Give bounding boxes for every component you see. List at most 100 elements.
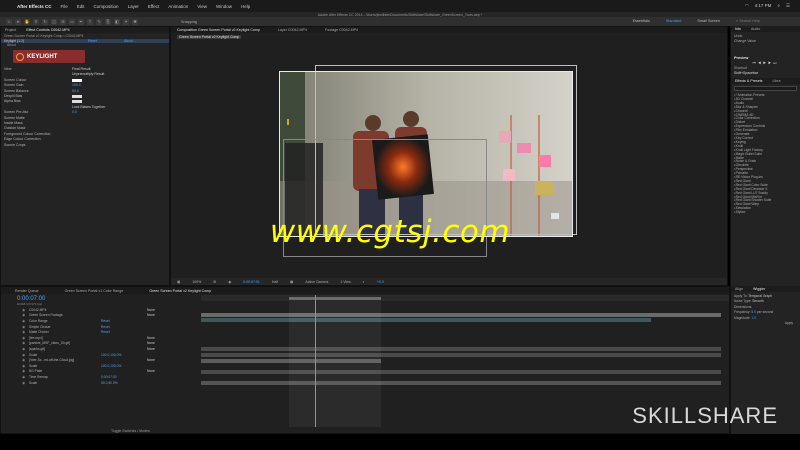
- apply-to-dropdown[interactable]: Temporal Graph: [748, 294, 772, 298]
- workspace-essentials[interactable]: Essentials: [633, 19, 650, 23]
- search-icon[interactable]: ⌕: [777, 3, 780, 9]
- effect-about-link[interactable]: About...: [124, 39, 136, 43]
- menu-help[interactable]: Help: [241, 4, 250, 9]
- zoom-tool-icon[interactable]: ⚲: [33, 18, 39, 25]
- parent-dropdown[interactable]: None: [147, 347, 155, 351]
- rotate-tool-icon[interactable]: ↻: [42, 18, 48, 25]
- effects-search-input[interactable]: ⌕: [734, 86, 797, 92]
- grid-toggle-icon[interactable]: ⊞: [213, 280, 216, 284]
- visibility-eye-icon[interactable]: ◉: [1, 369, 29, 373]
- tab-align[interactable]: Align: [735, 287, 743, 291]
- layer-property-value[interactable]: 100.0,100.0%: [101, 364, 147, 368]
- channels-icon[interactable]: ◐: [363, 280, 365, 284]
- parent-dropdown[interactable]: None: [147, 358, 155, 362]
- effect-reset-link[interactable]: Reset: [88, 39, 124, 43]
- transparency-grid-icon[interactable]: ▦: [290, 280, 293, 284]
- tab-layer[interactable]: Layer C0042.MP4: [278, 28, 307, 32]
- workspace-small-screen[interactable]: Small Screen: [697, 19, 720, 23]
- selection-tool-icon[interactable]: ➤: [15, 18, 21, 25]
- menu-composition[interactable]: Composition: [94, 4, 119, 9]
- brush-tool-icon[interactable]: ✎: [96, 18, 102, 25]
- roto-brush-tool-icon[interactable]: ✦: [123, 18, 129, 25]
- layer-name[interactable]: [particle_MSF_video_00.gif]: [29, 341, 101, 345]
- parent-dropdown[interactable]: None: [147, 336, 155, 340]
- zoom-dropdown[interactable]: 100%: [192, 280, 201, 284]
- view-layout-dropdown[interactable]: 1 View: [340, 280, 350, 284]
- parent-dropdown[interactable]: None: [147, 313, 155, 317]
- menu-effect[interactable]: Effect: [148, 4, 159, 9]
- layer-property-value[interactable]: 0:00:07:00: [101, 375, 147, 379]
- resolution-dropdown[interactable]: Half: [272, 280, 278, 284]
- current-time-display[interactable]: 0:00:07:01: [243, 280, 260, 284]
- wifi-icon[interactable]: ◠: [745, 3, 749, 9]
- layer-property-value[interactable]: Reset: [101, 325, 147, 329]
- track-bar[interactable]: [201, 347, 721, 351]
- tab-libraries[interactable]: Libra: [773, 79, 781, 83]
- camera-dropdown[interactable]: Active Camera: [305, 280, 328, 284]
- time-ruler[interactable]: [201, 295, 729, 301]
- tab-render-queue[interactable]: Render Queue: [15, 289, 39, 293]
- menu-animation[interactable]: Animation: [168, 4, 188, 9]
- pan-behind-tool-icon[interactable]: ⊕: [60, 18, 66, 25]
- toggle-switches-modes[interactable]: Toggle Switches / Modes: [111, 429, 150, 433]
- layer-property-value[interactable]: 100.0,100.0%: [101, 353, 147, 357]
- tab-audio[interactable]: Audio: [751, 27, 760, 31]
- tab-project[interactable]: Project: [5, 28, 16, 32]
- menu-file[interactable]: File: [61, 4, 68, 9]
- clone-stamp-tool-icon[interactable]: ⎘: [105, 18, 111, 25]
- track-bar[interactable]: [201, 353, 721, 357]
- layer-name[interactable]: Green Screen Footage: [29, 313, 101, 317]
- hand-tool-icon[interactable]: ✋: [24, 18, 30, 25]
- layer-name[interactable]: Time Remap: [29, 375, 101, 379]
- visibility-eye-icon[interactable]: ◉: [1, 325, 29, 329]
- snapping-toggle[interactable]: Snapping: [181, 20, 197, 24]
- visibility-eye-icon[interactable]: ◉: [1, 341, 29, 345]
- visibility-eye-icon[interactable]: ◉: [1, 347, 29, 351]
- unpremultiply-checkbox[interactable]: Unpremultiply Result: [72, 72, 104, 77]
- menu-window[interactable]: Window: [216, 4, 232, 9]
- shortcut-dropdown[interactable]: Shift+Spacebar: [734, 71, 797, 76]
- layer-name[interactable]: Scale: [29, 381, 101, 385]
- layer-name[interactable]: [Inter-Sc...ed-off-the-Cloud.jpg]: [29, 358, 101, 362]
- tab-effect-controls[interactable]: Effect Controls C0042.MP4: [26, 28, 69, 32]
- visibility-eye-icon[interactable]: ◉: [1, 353, 29, 357]
- visibility-eye-icon[interactable]: ◉: [1, 330, 29, 334]
- layer-property-value[interactable]: Reset: [101, 330, 147, 334]
- screen-colour-swatch[interactable]: [72, 78, 82, 82]
- alpha-bias-swatch[interactable]: [72, 100, 82, 104]
- camera-tool-icon[interactable]: ◫: [51, 18, 57, 25]
- home-icon[interactable]: ⌂: [6, 18, 12, 25]
- visibility-eye-icon[interactable]: ◉: [1, 319, 29, 323]
- tab-effects-presets[interactable]: Effects & Presets: [735, 79, 763, 83]
- work-area-bar[interactable]: [289, 297, 381, 300]
- effects-category-item[interactable]: Stylize: [734, 210, 797, 215]
- eraser-tool-icon[interactable]: ◧: [114, 18, 120, 25]
- workspace-standard[interactable]: Standard: [666, 19, 681, 23]
- layer-name[interactable]: C0042.MP4: [29, 308, 101, 312]
- apply-button[interactable]: Apply: [785, 321, 793, 325]
- visibility-eye-icon[interactable]: ◉: [1, 364, 29, 368]
- layer-name[interactable]: Scale: [29, 353, 101, 357]
- tab-wiggler[interactable]: Wiggler: [753, 287, 765, 291]
- layer-name[interactable]: [sparks.gif]: [29, 347, 101, 351]
- visibility-eye-icon[interactable]: ◉: [1, 336, 29, 340]
- tab-comp-keylight[interactable]: Green Screen Portal v2 Keylight Comp: [149, 289, 211, 293]
- menu-layer[interactable]: Layer: [128, 4, 139, 9]
- layer-property-value[interactable]: Reset: [101, 319, 147, 323]
- menu-edit[interactable]: Edit: [77, 4, 85, 9]
- layer-name[interactable]: Color Range: [29, 319, 101, 323]
- layer-name[interactable]: Matte Choker: [29, 330, 101, 334]
- snapshot-icon[interactable]: ◉: [228, 280, 231, 284]
- track-bar[interactable]: [201, 318, 651, 322]
- visibility-eye-icon[interactable]: ◉: [1, 375, 29, 379]
- property-group[interactable]: Source Crops: [4, 143, 166, 148]
- pen-tool-icon[interactable]: ✒: [78, 18, 84, 25]
- parent-dropdown[interactable]: None: [147, 308, 155, 312]
- tab-comp-color-range[interactable]: Green Screen Portal v1 Color Range: [65, 289, 124, 293]
- clock[interactable]: 4:17 PM: [755, 3, 772, 9]
- track-bar[interactable]: [201, 313, 721, 317]
- frequency-value[interactable]: 5.0: [751, 310, 756, 314]
- parent-dropdown[interactable]: None: [147, 369, 155, 373]
- menu-view[interactable]: View: [197, 4, 207, 9]
- noise-type-dropdown[interactable]: Smooth: [752, 299, 763, 303]
